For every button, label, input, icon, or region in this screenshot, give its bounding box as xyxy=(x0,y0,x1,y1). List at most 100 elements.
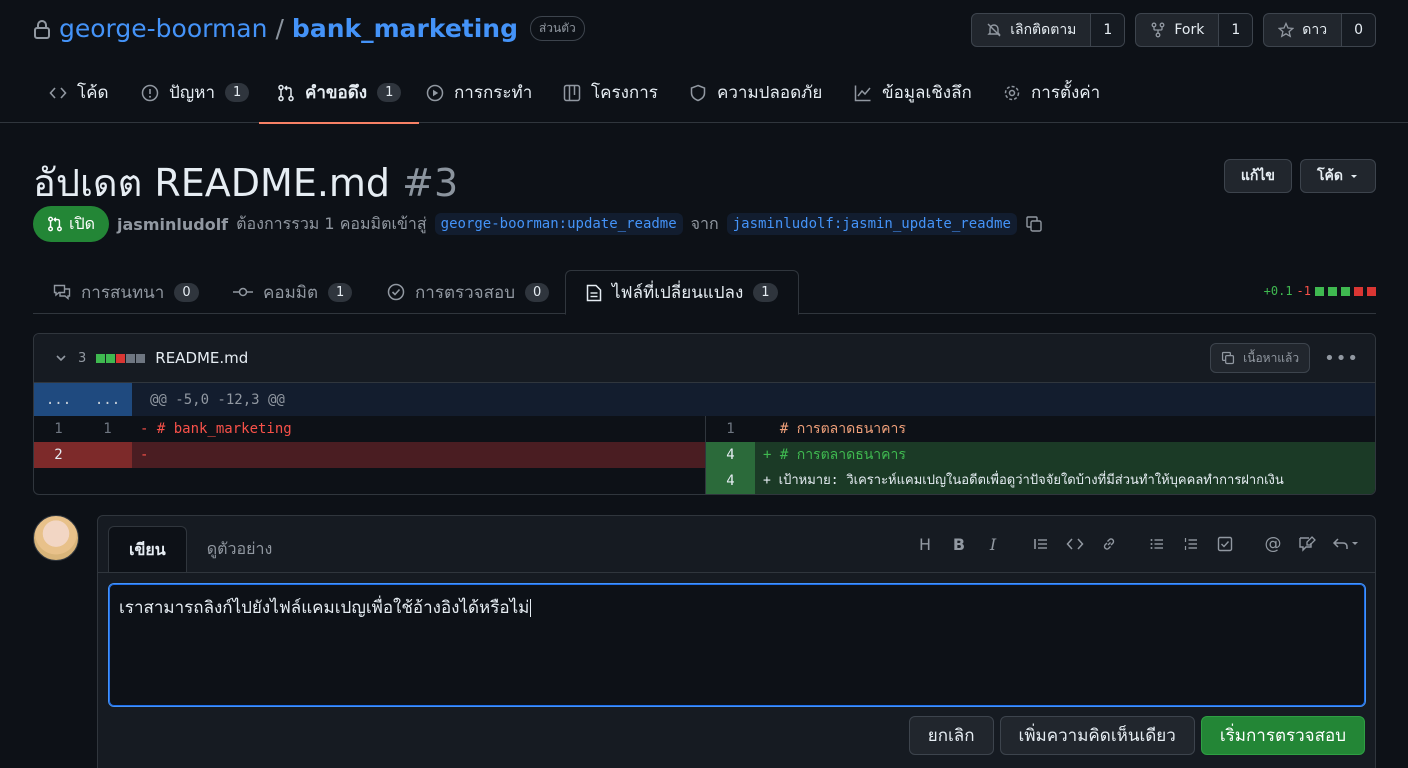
diffstat-block xyxy=(116,353,126,363)
tab-actions-label: การกระทำ xyxy=(454,83,533,103)
line-number[interactable]: 1 xyxy=(83,416,132,442)
fork-icon xyxy=(1150,22,1166,38)
tab-settings[interactable]: การตั้งค่า xyxy=(1003,62,1100,123)
diffstat-deletions: -1 xyxy=(1296,284,1311,298)
tab-conversation[interactable]: การสนทนา 0 xyxy=(53,270,199,314)
unwatch-button[interactable]: เลิกติดตาม 1 xyxy=(971,13,1126,47)
repo-name-link[interactable]: bank_marketing xyxy=(292,14,518,43)
italic-icon[interactable]: I xyxy=(983,534,1003,554)
unordered-list-icon[interactable] xyxy=(1147,534,1167,554)
heading-icon[interactable]: H xyxy=(915,534,935,554)
reply-icon[interactable] xyxy=(1331,534,1361,554)
tab-files-label: ไฟล์ที่เปลี่ยนแปลง xyxy=(612,283,744,303)
comment-discussion-icon xyxy=(53,283,71,301)
diffstat-block xyxy=(1354,286,1363,296)
pr-meta: เปิด jasminludolf ต้องการรวม 1 คอมมิตเข้… xyxy=(33,206,1043,242)
tab-actions[interactable]: การกระทำ xyxy=(426,62,532,123)
file-name-link[interactable]: README.md xyxy=(155,349,248,367)
diff-code-context: # การตลาดธนาคาร xyxy=(763,421,906,437)
base-branch[interactable]: george-boorman:update_readme xyxy=(434,213,683,235)
line-number[interactable]: 2 xyxy=(34,442,83,468)
diffstat-block xyxy=(136,353,146,363)
tab-code[interactable]: โค้ด xyxy=(49,62,109,123)
file-diff-icon xyxy=(586,284,602,302)
star-button[interactable]: ดาว 0 xyxy=(1263,13,1376,47)
diffstat-block xyxy=(106,353,116,363)
shield-icon xyxy=(689,84,707,102)
diffstat-additions: +0.1 xyxy=(1263,284,1293,298)
line-number[interactable]: 1 xyxy=(706,416,755,442)
visibility-badge: ส่วนตัว xyxy=(529,16,585,41)
issues-counter: 1 xyxy=(225,83,250,102)
code-dropdown-button[interactable]: โค้ด xyxy=(1300,159,1376,193)
pulls-counter: 1 xyxy=(377,83,402,102)
repo-owner-link[interactable]: george-boorman xyxy=(59,14,267,43)
fork-label: Fork xyxy=(1174,22,1205,38)
tab-preview[interactable]: ดูตัวอย่าง xyxy=(187,526,293,573)
hunk-header: ... ... @@ -5,0 -12,3 @@ xyxy=(34,383,1375,416)
tab-projects-label: โครงการ xyxy=(591,83,658,103)
cancel-button[interactable]: ยกเลิก xyxy=(908,716,994,755)
caret-down-icon xyxy=(1349,171,1359,181)
tab-projects[interactable]: โครงการ xyxy=(563,62,658,123)
bold-icon[interactable]: B xyxy=(949,534,969,554)
divider xyxy=(98,572,1375,573)
line-number[interactable]: 1 xyxy=(34,416,83,442)
tab-files-changed[interactable]: ไฟล์ที่เปลี่ยนแปลง 1 xyxy=(565,270,799,315)
ordered-list-icon[interactable] xyxy=(1181,534,1201,554)
diff-code-deleted: - # bank_marketing xyxy=(140,421,292,437)
star-count: 0 xyxy=(1341,14,1375,46)
conversation-counter: 0 xyxy=(174,282,199,302)
comment-textarea[interactable]: เราสามารถลิงก์ไปยังไฟล์แคมเปญเพื่อใช้อ้า… xyxy=(108,583,1366,707)
viewed-button[interactable]: เนื้อหาแล้ว xyxy=(1210,343,1311,373)
diff-row-right: 4 + เป้าหมาย: วิเคราะห์แคมเปญในอดีตเพื่อ… xyxy=(706,468,1375,494)
author-link[interactable]: jasminludolf xyxy=(117,215,228,234)
file-diffstat xyxy=(96,353,146,363)
tab-settings-label: การตั้งค่า xyxy=(1031,83,1101,103)
diffstat-block xyxy=(1367,286,1376,296)
repo-header: george-boorman / bank_marketing ส่วนตัว … xyxy=(0,0,1408,62)
line-number[interactable]: 4 xyxy=(706,468,755,494)
edit-button[interactable]: แก้ไข xyxy=(1223,159,1293,193)
line-number[interactable] xyxy=(83,442,132,468)
quote-icon[interactable] xyxy=(1031,534,1051,554)
copy-icon[interactable] xyxy=(1025,215,1043,233)
expand-hunk-button[interactable]: ... ... xyxy=(34,383,132,416)
line-number[interactable]: 4 xyxy=(706,442,755,468)
task-list-icon[interactable] xyxy=(1215,534,1235,554)
diff-code-added: + เป้าหมาย: วิเคราะห์แคมเปญในอดีตเพื่อดู… xyxy=(763,473,1284,488)
code-icon[interactable] xyxy=(1065,534,1085,554)
start-review-button[interactable]: เริ่มการตรวจสอบ xyxy=(1200,716,1365,755)
star-icon xyxy=(1278,22,1295,38)
pr-title-text: อัปเดต README.md xyxy=(33,161,391,205)
diff-row-right: 1 # การตลาดธนาคาร xyxy=(706,416,1375,442)
add-single-comment-button[interactable]: เพิ่มความคิดเห็นเดียว xyxy=(999,716,1195,755)
cross-reference-icon[interactable] xyxy=(1297,534,1317,554)
repo-title: george-boorman / bank_marketing ส่วนตัว xyxy=(33,14,585,43)
avatar xyxy=(33,515,79,561)
chevron-down-icon[interactable] xyxy=(54,351,68,365)
fork-count: 1 xyxy=(1218,14,1253,46)
tab-write[interactable]: เขียน xyxy=(108,526,187,573)
kebab-horizontal-icon[interactable]: ••• xyxy=(1324,348,1359,369)
mention-icon[interactable]: @ xyxy=(1263,534,1283,554)
tab-commits[interactable]: คอมมิต 1 xyxy=(233,270,353,314)
issue-icon xyxy=(141,84,159,102)
comment-composer: เขียน ดูตัวอย่าง H B I @ เราสามารถลิงก์ไ… xyxy=(97,515,1376,768)
diff-code-added: + # การตลาดธนาคาร xyxy=(763,447,906,463)
link-icon[interactable] xyxy=(1099,534,1119,554)
diffstat-block xyxy=(96,353,106,363)
watch-count: 1 xyxy=(1090,14,1125,46)
diffstat-block xyxy=(126,353,136,363)
tab-issues[interactable]: ปัญหา 1 xyxy=(141,62,250,123)
tab-checks[interactable]: การตรวจสอบ 0 xyxy=(387,270,550,314)
tab-insights-label: ข้อมูลเชิงลึก xyxy=(882,83,972,103)
head-branch[interactable]: jasminludolf:jasmin_update_readme xyxy=(726,213,1017,235)
page-title: อัปเดต README.md #3 xyxy=(33,152,458,213)
tab-security-label: ความปลอดภัย xyxy=(717,83,823,103)
fork-button[interactable]: Fork 1 xyxy=(1135,13,1254,47)
tab-insights[interactable]: ข้อมูลเชิงลึก xyxy=(854,62,972,123)
tab-pull-requests[interactable]: คำขอดึง 1 xyxy=(258,62,420,124)
tab-security[interactable]: ความปลอดภัย xyxy=(689,62,822,123)
pr-number: #3 xyxy=(402,161,459,205)
